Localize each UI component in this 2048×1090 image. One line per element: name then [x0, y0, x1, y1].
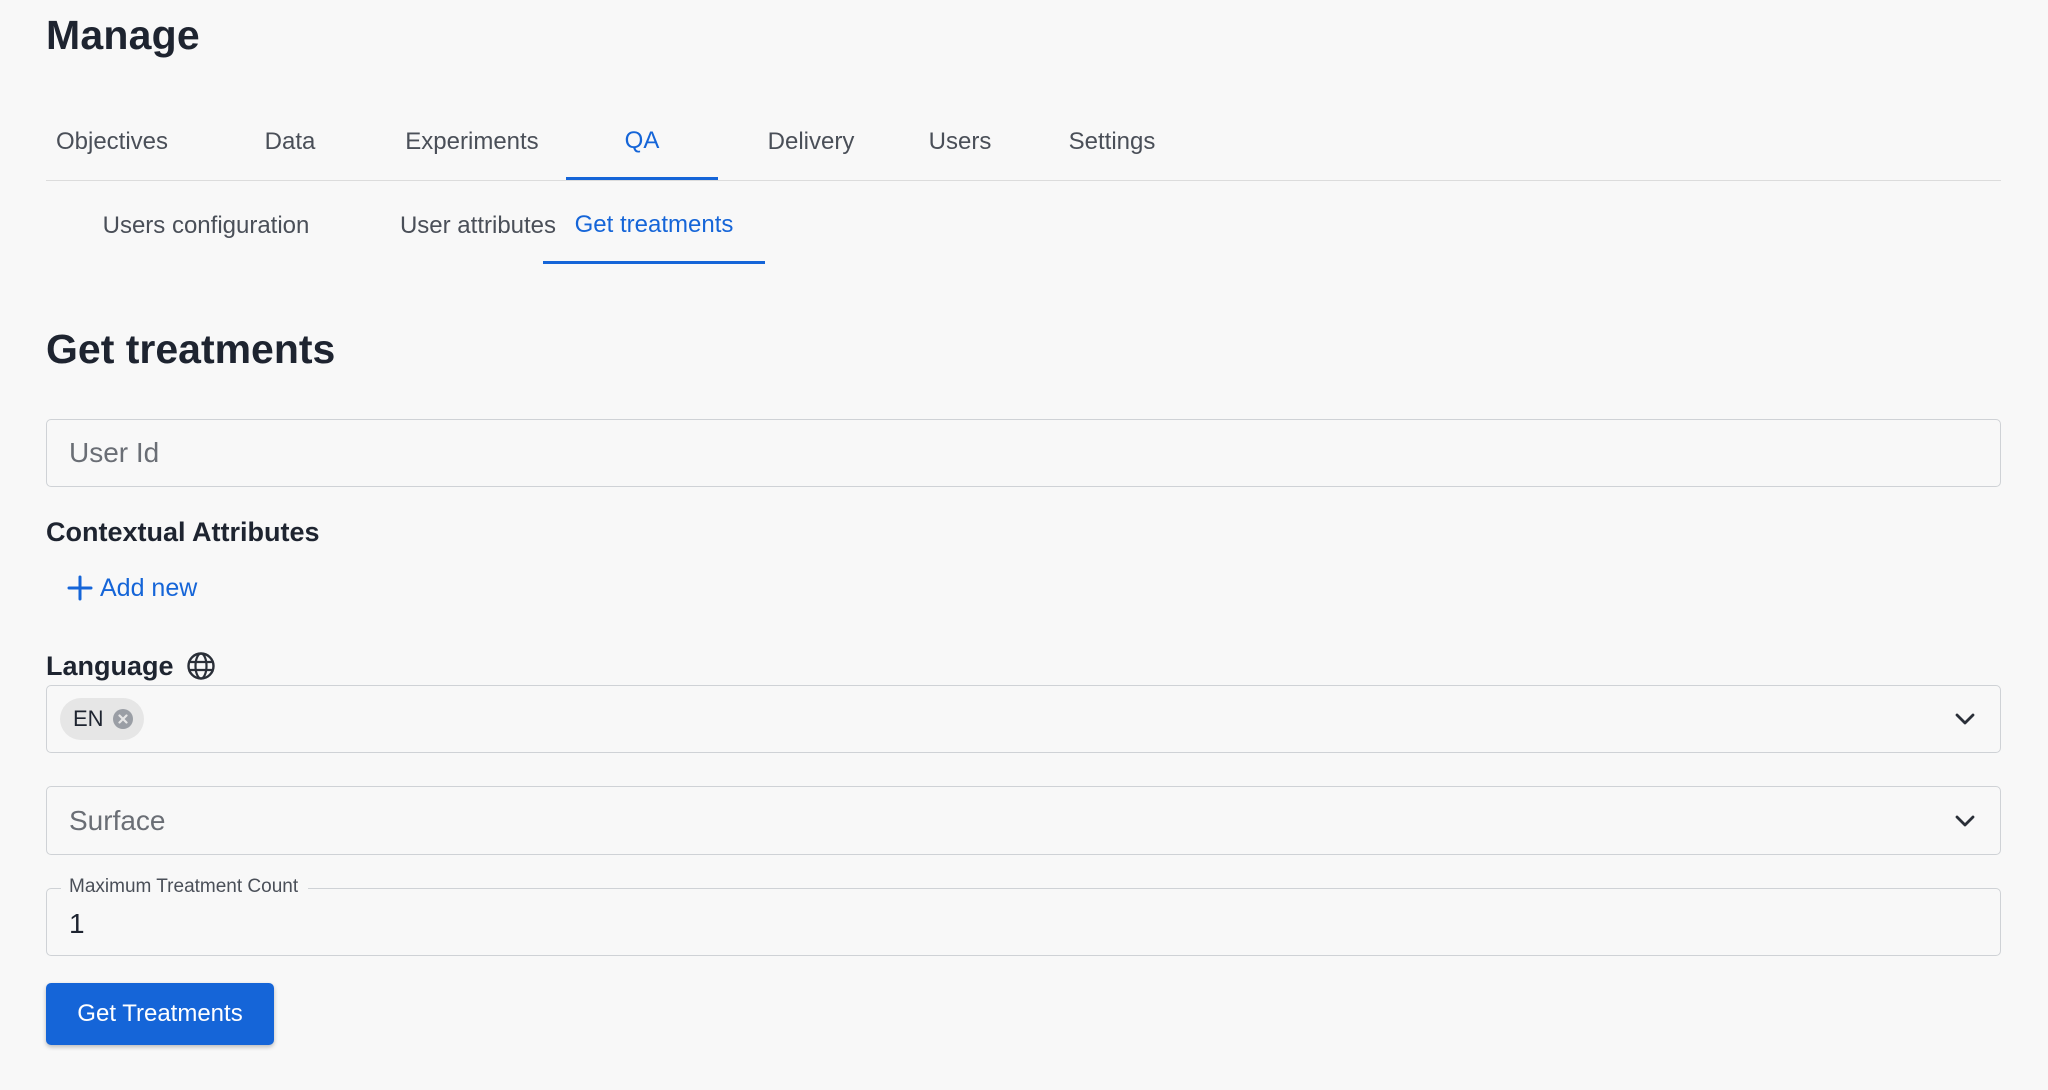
- tab-users[interactable]: Users: [908, 104, 1012, 180]
- max-treatment-count-input[interactable]: [47, 889, 2000, 955]
- tab-users-configuration[interactable]: Users configuration: [46, 188, 366, 264]
- tab-objectives[interactable]: Objectives: [46, 104, 178, 180]
- chip-label: EN: [73, 706, 104, 731]
- tab-settings[interactable]: Settings: [1054, 104, 1170, 180]
- tab-get-treatments[interactable]: Get treatments: [543, 188, 765, 264]
- tab-experiments[interactable]: Experiments: [398, 104, 546, 180]
- tab-label: Users: [928, 128, 992, 155]
- language-label: Language: [46, 651, 174, 681]
- tab-label: Get treatments: [574, 210, 734, 238]
- tab-label: User attributes: [399, 212, 557, 239]
- language-chip: EN: [60, 698, 144, 740]
- max-treatment-count-field: Maximum Treatment Count: [46, 875, 2001, 956]
- tab-data[interactable]: Data: [234, 104, 346, 180]
- page-title: Manage: [46, 12, 200, 58]
- surface-select[interactable]: Surface: [46, 786, 2001, 855]
- section-title: Get treatments: [46, 326, 336, 372]
- globe-icon: [187, 652, 215, 680]
- secondary-tab-bar: Users configuration User attributes Get …: [46, 188, 2001, 264]
- user-id-field: [46, 419, 2001, 487]
- tab-label: Objectives: [55, 128, 169, 155]
- add-new-attribute-button[interactable]: Add new: [66, 571, 197, 605]
- tab-label: QA: [624, 126, 660, 154]
- language-select[interactable]: EN: [46, 685, 2001, 753]
- chevron-down-icon[interactable]: [1952, 706, 1978, 732]
- get-treatments-button[interactable]: Get Treatments: [46, 983, 274, 1045]
- tab-qa[interactable]: QA: [566, 104, 718, 180]
- tab-label: Experiments: [405, 128, 539, 155]
- add-new-label: Add new: [100, 573, 198, 602]
- close-circle-icon[interactable]: [112, 708, 134, 730]
- contextual-attributes-label: Contextual Attributes: [46, 517, 320, 547]
- tab-delivery[interactable]: Delivery: [748, 104, 874, 180]
- primary-tab-bar: Objectives Data Experiments QA Delivery …: [46, 104, 2001, 181]
- tab-label: Delivery: [767, 128, 855, 155]
- surface-placeholder: Surface: [69, 804, 166, 836]
- tab-label: Data: [264, 128, 316, 155]
- tab-label: Users configuration: [102, 212, 310, 239]
- user-id-input[interactable]: [47, 420, 2000, 486]
- plus-icon: [67, 575, 93, 601]
- tab-label: Settings: [1068, 128, 1156, 155]
- chevron-down-icon[interactable]: [1952, 808, 1978, 834]
